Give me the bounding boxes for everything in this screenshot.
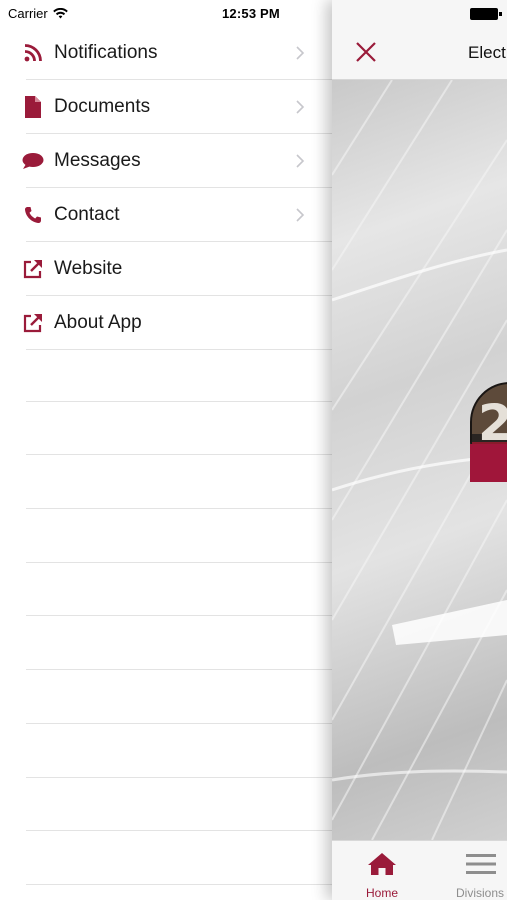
tab-label: Divisions — [456, 886, 505, 900]
rss-icon — [22, 42, 44, 64]
app-screen: Carrier 12:53 PM Notifications Documents… — [0, 0, 507, 900]
menu-item-label: Website — [54, 258, 123, 279]
battery-icon — [470, 8, 502, 20]
wifi-icon — [52, 8, 68, 19]
chat-bubble-icon — [22, 150, 44, 172]
chevron-right-icon — [296, 46, 305, 60]
menu-item-label: Contact — [54, 204, 120, 225]
chevron-right-icon — [296, 100, 305, 114]
close-button[interactable] — [352, 38, 380, 66]
tab-bar: Home Divisions — [332, 840, 507, 900]
menu-item-website[interactable]: Website — [0, 242, 332, 296]
empty-row — [0, 563, 332, 617]
empty-list-rows — [0, 348, 332, 885]
menu-item-notifications[interactable]: Notifications — [0, 26, 332, 80]
empty-row — [0, 778, 332, 832]
close-icon — [356, 42, 376, 62]
menu-item-contact[interactable]: Contact — [0, 188, 332, 242]
empty-row — [0, 616, 332, 670]
menu-item-messages[interactable]: Messages — [0, 134, 332, 188]
empty-row — [0, 724, 332, 778]
external-link-icon — [22, 312, 44, 334]
external-link-icon — [22, 258, 44, 280]
home-icon — [368, 853, 396, 875]
empty-row — [0, 455, 332, 509]
empty-row — [0, 402, 332, 456]
chevron-right-icon — [296, 208, 305, 222]
status-time: 12:53 PM — [222, 6, 280, 21]
menu-item-label: Documents — [54, 96, 151, 117]
nav-bar: Elect — [332, 22, 507, 80]
side-drawer: Carrier 12:53 PM Notifications Documents… — [0, 0, 332, 900]
chevron-right-icon — [296, 154, 305, 168]
phone-icon — [22, 204, 44, 226]
carrier-label: Carrier — [8, 6, 48, 21]
tab-home[interactable]: Home — [356, 841, 408, 900]
status-bar: Carrier 12:53 PM — [0, 0, 332, 28]
drawer-menu: Notifications Documents Messages Contact… — [0, 26, 332, 350]
menu-item-label: Notifications — [54, 42, 158, 63]
menu-item-about-app[interactable]: About App — [0, 296, 332, 350]
menu-item-label: About App — [54, 312, 142, 333]
empty-row — [0, 509, 332, 563]
hamburger-icon — [466, 854, 496, 874]
menu-item-documents[interactable]: Documents — [0, 80, 332, 134]
main-panel: Elect Home Divisions — [332, 0, 507, 900]
empty-row — [0, 348, 332, 402]
tab-label: Home — [365, 886, 398, 900]
primary-action-button[interactable] — [470, 444, 507, 482]
empty-row — [0, 831, 332, 885]
empty-row — [0, 670, 332, 724]
carrier-indicator: Carrier — [8, 6, 68, 21]
menu-item-label: Messages — [54, 150, 141, 171]
nav-title: Elect — [468, 43, 506, 62]
tab-divisions[interactable]: Divisions — [450, 841, 507, 900]
document-icon — [22, 96, 44, 118]
